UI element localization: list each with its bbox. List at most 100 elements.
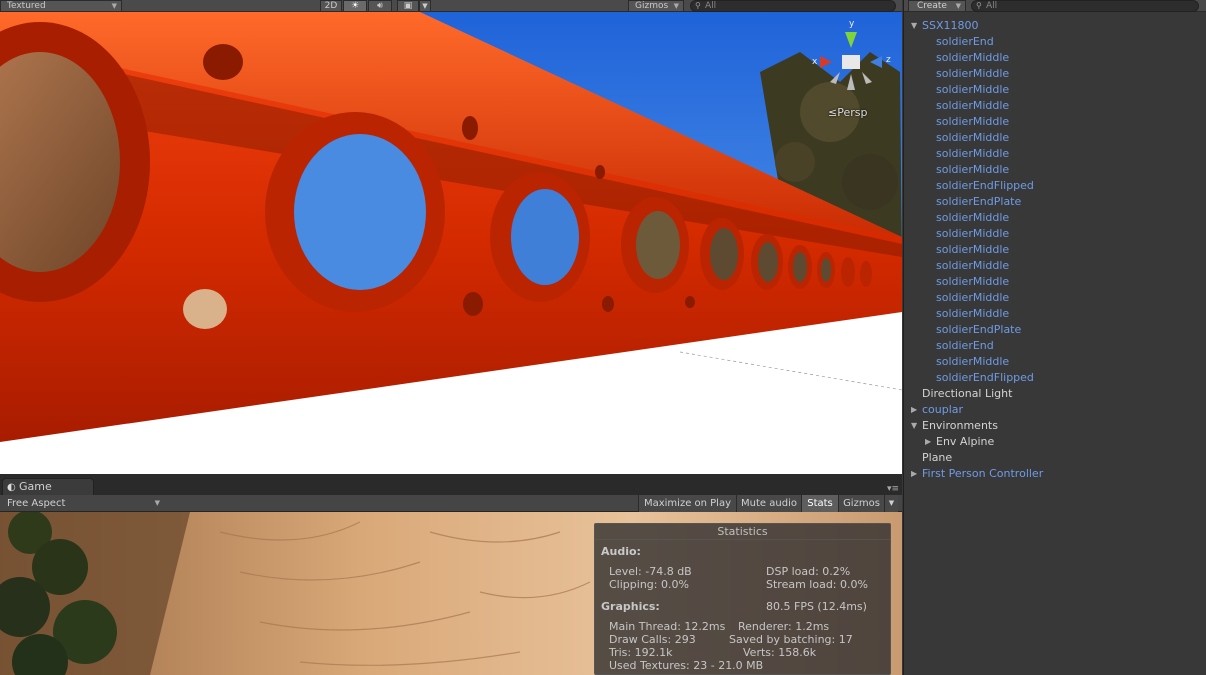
stats-main-thread: Main Thread: 12.2ms bbox=[609, 620, 726, 633]
expanded-arrow-icon[interactable]: ▼ bbox=[911, 18, 917, 34]
stats-stream-load: Stream load: 0.0% bbox=[766, 578, 868, 591]
create-dropdown[interactable]: Create ▼ bbox=[908, 0, 966, 12]
hierarchy-item[interactable]: soldierMiddle bbox=[904, 274, 1206, 290]
stats-saved-batching: Saved by batching: 17 bbox=[729, 633, 853, 646]
tab-game[interactable]: ◐ Game bbox=[2, 478, 94, 496]
collapsed-arrow-icon[interactable]: ▶ bbox=[911, 402, 917, 418]
hierarchy-item[interactable]: soldierMiddle bbox=[904, 162, 1206, 178]
hierarchy-item-label: soldierMiddle bbox=[936, 211, 1010, 224]
scene-search-input[interactable]: ⚲ All bbox=[690, 0, 896, 12]
stats-clipping: Clipping: 0.0% bbox=[609, 578, 689, 591]
chevron-down-icon: ▼ bbox=[888, 499, 895, 507]
stats-renderer: Renderer: 1.2ms bbox=[738, 620, 830, 633]
stats-dsp-load: DSP load: 0.2% bbox=[766, 565, 851, 578]
aspect-dropdown[interactable]: Free Aspect ▼ bbox=[2, 496, 162, 511]
hierarchy-item[interactable]: ▼ SSX11800 bbox=[904, 18, 1206, 34]
audio-toggle-button[interactable]: 🔊︎ bbox=[368, 0, 392, 12]
hierarchy-item-label: soldierMiddle bbox=[936, 227, 1010, 240]
hierarchy-item-label: soldierEndPlate bbox=[936, 323, 1022, 336]
hierarchy-item[interactable]: soldierMiddle bbox=[904, 114, 1206, 130]
hierarchy-search-input[interactable]: ⚲ All bbox=[971, 0, 1199, 12]
hierarchy-item[interactable]: soldierMiddle bbox=[904, 354, 1206, 370]
hierarchy-item[interactable]: ▶ couplar bbox=[904, 402, 1206, 418]
hierarchy-item-label: soldierMiddle bbox=[936, 115, 1010, 128]
effects-toggle-button[interactable]: ▣ bbox=[397, 0, 419, 12]
stats-level: Level: -74.8 dB bbox=[609, 565, 692, 578]
hierarchy-item[interactable]: soldierEnd bbox=[904, 34, 1206, 50]
scene-gizmos-dropdown[interactable]: Gizmos ▼ bbox=[628, 0, 684, 12]
hierarchy-item[interactable]: soldierMiddle bbox=[904, 306, 1206, 322]
scene-view[interactable]: Textured ▼ 2D ☀ 🔊︎ ▣ ▼ Gizmos ▼ ⚲ All x … bbox=[0, 0, 902, 474]
game-gizmos-dropdown[interactable]: ▼ bbox=[884, 495, 898, 512]
hierarchy-item[interactable]: ▶ Env Alpine bbox=[904, 434, 1206, 450]
game-gizmos-button[interactable]: Gizmos bbox=[838, 495, 884, 512]
expanded-arrow-icon[interactable]: ▼ bbox=[911, 418, 917, 434]
hierarchy-item-label: soldierMiddle bbox=[936, 147, 1010, 160]
panel-menu-icon[interactable]: ▾≡ bbox=[887, 484, 899, 494]
game-view[interactable]: ◐ Game ▾≡ Free Aspect ▼ Maximize on Play… bbox=[0, 474, 902, 675]
hierarchy-item[interactable]: soldierEnd bbox=[904, 338, 1206, 354]
persp-text: Persp bbox=[837, 106, 868, 119]
hierarchy-item[interactable]: soldierMiddle bbox=[904, 50, 1206, 66]
hierarchy-item[interactable]: soldierMiddle bbox=[904, 290, 1206, 306]
lighting-toggle-button[interactable]: ☀ bbox=[343, 0, 367, 12]
scene-toolbar: Textured ▼ 2D ☀ 🔊︎ ▣ ▼ Gizmos ▼ ⚲ All bbox=[0, 0, 902, 12]
hierarchy-item[interactable]: soldierMiddle bbox=[904, 82, 1206, 98]
2d-toggle-button[interactable]: 2D bbox=[320, 0, 342, 12]
stats-used-textures: Used Textures: 23 - 21.0 MB bbox=[609, 659, 764, 672]
hierarchy-item-label: SSX11800 bbox=[922, 19, 979, 32]
search-icon: ⚲ bbox=[976, 1, 982, 10]
hierarchy-item-label: Plane bbox=[922, 451, 953, 464]
maximize-on-play-button[interactable]: Maximize on Play bbox=[638, 495, 736, 512]
hierarchy-item[interactable]: soldierEndFlipped bbox=[904, 178, 1206, 194]
hierarchy-item[interactable]: soldierMiddle bbox=[904, 130, 1206, 146]
hierarchy-item-label: couplar bbox=[922, 403, 964, 416]
hierarchy-item[interactable]: ▶ First Person Controller bbox=[904, 466, 1206, 482]
chevron-down-icon: ▼ bbox=[673, 2, 679, 10]
hierarchy-item[interactable]: soldierEndPlate bbox=[904, 194, 1206, 210]
collapsed-arrow-icon[interactable]: ▶ bbox=[925, 434, 931, 450]
chevron-down-icon: ▼ bbox=[154, 499, 160, 507]
hierarchy-item-label: Directional Light bbox=[922, 387, 1013, 400]
gizmo-x-label: x bbox=[812, 57, 818, 67]
hierarchy-item-label: Env Alpine bbox=[936, 435, 995, 448]
chevron-down-icon: ▼ bbox=[422, 2, 428, 10]
hierarchy-item-label: soldierMiddle bbox=[936, 243, 1010, 256]
projection-label[interactable]: ≤Persp bbox=[828, 106, 867, 119]
hierarchy-item-label: soldierMiddle bbox=[936, 259, 1010, 272]
hierarchy-item[interactable]: soldierMiddle bbox=[904, 210, 1206, 226]
hierarchy-item-label: soldierMiddle bbox=[936, 355, 1010, 368]
hierarchy-item[interactable]: ▼ Environments bbox=[904, 418, 1206, 434]
stats-draw-calls: Draw Calls: 293 bbox=[609, 633, 696, 646]
hierarchy-item[interactable]: soldierMiddle bbox=[904, 226, 1206, 242]
hierarchy-item-label: Environments bbox=[922, 419, 998, 432]
hierarchy-item[interactable]: soldierMiddle bbox=[904, 98, 1206, 114]
hierarchy-toolbar: Create ▼ ⚲ All bbox=[904, 0, 1206, 12]
stats-button[interactable]: Stats bbox=[801, 495, 838, 512]
tab-game-label: Game bbox=[19, 480, 52, 493]
hierarchy-item-label: soldierMiddle bbox=[936, 131, 1010, 144]
hierarchy-item-label: soldierEnd bbox=[936, 35, 994, 48]
image-icon: ▣ bbox=[403, 1, 413, 11]
pacman-icon: ◐ bbox=[7, 482, 16, 493]
hierarchy-item[interactable]: soldierMiddle bbox=[904, 146, 1206, 162]
hierarchy-item[interactable]: Directional Light bbox=[904, 386, 1206, 402]
hierarchy-item[interactable]: soldierMiddle bbox=[904, 258, 1206, 274]
collapsed-arrow-icon[interactable]: ▶ bbox=[911, 466, 917, 482]
sun-icon: ☀ bbox=[350, 1, 360, 11]
hierarchy-item[interactable]: soldierEndPlate bbox=[904, 322, 1206, 338]
game-toolbar: Free Aspect ▼ Maximize on Play Mute audi… bbox=[0, 495, 902, 512]
render-mode-dropdown[interactable]: Textured ▼ bbox=[0, 0, 122, 12]
hierarchy-item[interactable]: Plane bbox=[904, 450, 1206, 466]
mute-audio-button[interactable]: Mute audio bbox=[736, 495, 801, 512]
hierarchy-item-label: soldierEndPlate bbox=[936, 195, 1022, 208]
scene-viewport[interactable]: x z y bbox=[0, 12, 902, 474]
game-tab-strip: ◐ Game ▾≡ bbox=[0, 474, 902, 496]
hierarchy-search-placeholder: All bbox=[986, 1, 998, 11]
gizmo-center-cube[interactable] bbox=[842, 55, 860, 69]
hierarchy-item-label: soldierMiddle bbox=[936, 291, 1010, 304]
effects-dropdown-button[interactable]: ▼ bbox=[419, 0, 431, 12]
hierarchy-item[interactable]: soldierEndFlipped bbox=[904, 370, 1206, 386]
hierarchy-item[interactable]: soldierMiddle bbox=[904, 242, 1206, 258]
hierarchy-item[interactable]: soldierMiddle bbox=[904, 66, 1206, 82]
